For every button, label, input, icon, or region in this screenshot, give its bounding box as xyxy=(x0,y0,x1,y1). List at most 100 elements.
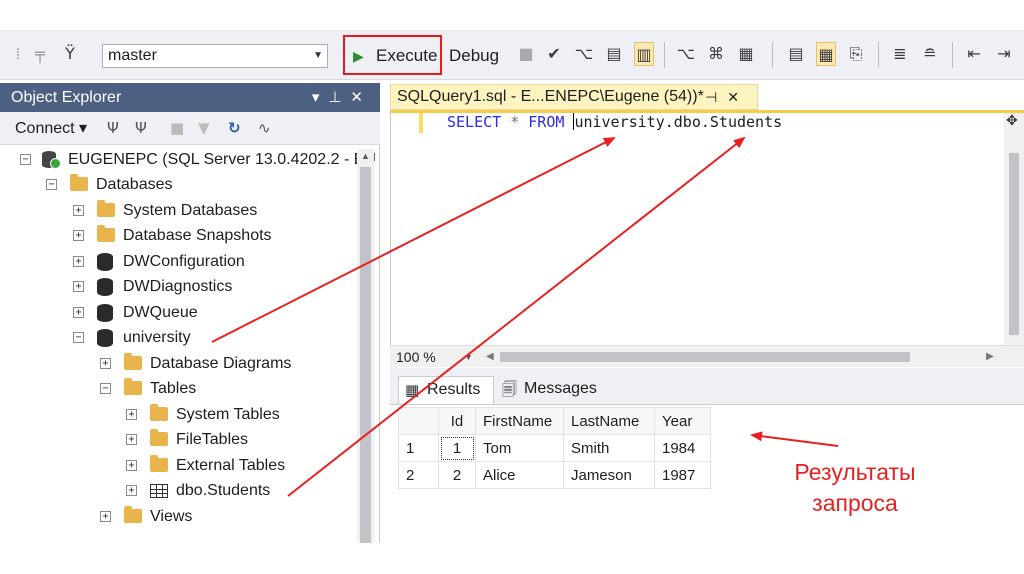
tree-node-label: System Databases xyxy=(123,202,258,219)
collapse-icon[interactable]: − xyxy=(100,383,111,394)
comment-icon[interactable]: ≣ xyxy=(890,42,910,66)
collapse-icon[interactable]: − xyxy=(73,332,84,343)
toolbar-separator xyxy=(952,42,953,68)
table-row[interactable]: 1 1 Tom Smith 1984 xyxy=(398,434,711,462)
stop-icon[interactable]: ■ xyxy=(516,42,536,66)
increase-indent-icon[interactable]: ⇥ xyxy=(994,42,1014,66)
column-header-id[interactable]: Id xyxy=(438,407,476,435)
zoom-level[interactable]: 100 % xyxy=(396,346,436,368)
table-cell[interactable]: 1987 xyxy=(654,461,711,489)
chevron-down-icon: ▼ xyxy=(313,50,323,61)
close-icon[interactable]: ✕ xyxy=(727,89,749,105)
collapse-icon[interactable]: − xyxy=(46,179,57,190)
expand-icon[interactable]: + xyxy=(126,460,137,471)
row-number: 1 xyxy=(398,434,439,462)
object-explorer-scrollbar[interactable]: ▲ xyxy=(357,149,374,543)
database-icon xyxy=(97,304,113,322)
grip-icon: ⁞ xyxy=(15,44,21,63)
tab-sqlquery1[interactable]: SQLQuery1.sql - E...ENEPC\Eugene (54))* … xyxy=(390,84,758,110)
close-icon[interactable]: ✕ xyxy=(350,89,372,106)
disconnect-icon[interactable]: Ψ xyxy=(135,112,147,145)
results-text-icon[interactable]: ▤ xyxy=(604,42,624,66)
row-number-header xyxy=(398,407,439,435)
chevron-down-icon[interactable]: ▼ xyxy=(464,346,473,368)
expand-icon[interactable]: + xyxy=(126,434,137,445)
expand-icon[interactable]: + xyxy=(73,281,84,292)
results-to-text-icon[interactable]: ▤ xyxy=(786,42,806,66)
split-icon[interactable]: ✥ xyxy=(1006,113,1018,129)
query-editor[interactable]: SELECT * FROM university.dbo.Students xyxy=(390,113,1024,345)
table-cell[interactable]: Alice xyxy=(475,461,564,489)
toolbar-separator xyxy=(772,42,773,68)
database-select-value: master xyxy=(108,47,157,64)
plug-icon[interactable]: Ψ xyxy=(107,112,119,145)
filter-icon[interactable]: ▼ xyxy=(198,112,210,145)
decrease-indent-icon[interactable]: ⇤ xyxy=(964,42,984,66)
tree-node-label: Database Snapshots xyxy=(123,227,272,244)
database-icon xyxy=(97,278,113,296)
object-explorer-title: Object Explorer xyxy=(11,89,122,106)
scroll-left-icon[interactable]: ◀ xyxy=(486,346,494,368)
scroll-up-icon[interactable]: ▲ xyxy=(361,151,370,161)
sql-table-identifier: university.dbo.Students xyxy=(574,113,783,131)
collapse-icon[interactable]: − xyxy=(20,154,31,165)
pin-icon[interactable]: ⊥ xyxy=(328,89,350,106)
refresh-icon[interactable]: ↻ xyxy=(228,112,241,145)
tab-results[interactable]: ▦ Results xyxy=(398,376,494,404)
grid-icon: ▦ xyxy=(405,381,420,399)
execute-button[interactable]: ▶ Execute xyxy=(350,44,437,68)
column-header-firstname[interactable]: FirstName xyxy=(475,407,564,435)
play-icon: ▶ xyxy=(353,48,364,64)
expand-icon[interactable]: + xyxy=(73,307,84,318)
column-header-lastname[interactable]: LastName xyxy=(563,407,655,435)
stop-icon[interactable]: ■ xyxy=(170,112,184,145)
scroll-right-icon[interactable]: ▶ xyxy=(986,346,994,368)
scrollbar-thumb[interactable] xyxy=(1009,153,1019,335)
table-row[interactable]: 2 2 Alice Jameson 1987 xyxy=(398,461,711,489)
table-cell[interactable]: Jameson xyxy=(563,461,655,489)
uncomment-icon[interactable]: ≘ xyxy=(920,42,940,66)
horizontal-scrollbar-thumb[interactable] xyxy=(500,352,910,362)
expand-icon[interactable]: + xyxy=(126,409,137,420)
dropdown-icon[interactable]: ▾ xyxy=(312,89,329,106)
parse-check-icon[interactable]: ✔ xyxy=(544,42,564,66)
expand-icon[interactable]: + xyxy=(100,511,111,522)
expand-icon[interactable]: + xyxy=(100,358,111,369)
pin-icon[interactable]: ⊣ xyxy=(705,89,727,105)
table-cell[interactable]: Smith xyxy=(563,434,655,462)
actual-plan-icon[interactable]: ⌘ xyxy=(706,42,726,66)
live-stats-icon[interactable]: ▦ xyxy=(736,42,756,66)
scrollbar-thumb[interactable] xyxy=(360,167,371,543)
table-cell[interactable]: 2 xyxy=(438,461,476,489)
plug-icon[interactable]: ╤ xyxy=(30,42,50,66)
debug-button[interactable]: Debug xyxy=(449,44,499,68)
expand-icon[interactable]: + xyxy=(73,230,84,241)
object-explorer-tree: − EUGENEPC (SQL Server 13.0.4202.2 - EU … xyxy=(0,149,376,543)
tree-node-label: Views xyxy=(150,508,193,525)
query-plan-icon[interactable]: ⌥ xyxy=(574,42,594,66)
results-to-file-icon[interactable]: ⎘ xyxy=(846,42,866,66)
table-cell[interactable]: 1 xyxy=(438,434,476,462)
connect-icon[interactable]: Ÿ xyxy=(60,42,80,66)
tab-results-label: Results xyxy=(427,381,481,398)
sql-code-line[interactable]: SELECT * FROM university.dbo.Students xyxy=(447,112,782,132)
editor-scrollbar[interactable]: ✥ xyxy=(1004,113,1024,345)
table-cell[interactable]: Tom xyxy=(475,434,564,462)
tree-node-label: Tables xyxy=(150,380,197,397)
estimated-plan-icon[interactable]: ⌥ xyxy=(676,42,696,66)
results-tabs: ▦ Results 🗐 Messages xyxy=(390,368,1024,404)
results-to-grid-icon[interactable]: ▦ xyxy=(816,42,836,66)
execute-label: Execute xyxy=(376,46,438,65)
database-select[interactable]: master ▼ xyxy=(102,44,328,68)
changed-line-marker xyxy=(419,113,423,133)
column-header-year[interactable]: Year xyxy=(654,407,711,435)
results-grid-icon[interactable]: ▥ xyxy=(634,42,654,66)
connect-label: Connect xyxy=(15,120,75,137)
expand-icon[interactable]: + xyxy=(73,256,84,267)
table-cell[interactable]: 1984 xyxy=(654,434,711,462)
expand-icon[interactable]: + xyxy=(73,205,84,216)
connect-button[interactable]: Connect ▾ xyxy=(15,112,87,145)
tab-messages[interactable]: 🗐 Messages xyxy=(496,376,608,404)
expand-icon[interactable]: + xyxy=(126,485,137,496)
activity-monitor-icon[interactable]: ∿ xyxy=(258,112,271,145)
